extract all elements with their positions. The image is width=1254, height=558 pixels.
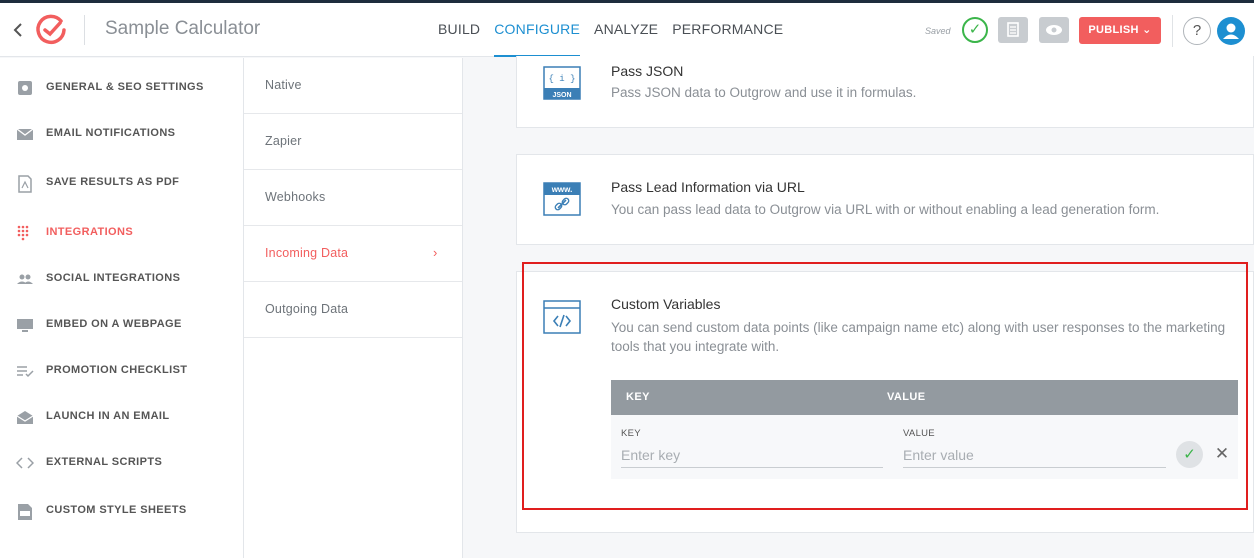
key-field-label: KEY (621, 428, 641, 439)
submenu-item-label: Native (265, 78, 302, 92)
card-description: You can pass lead data to Outgrow via UR… (611, 202, 1160, 217)
sidebar-item-custom-style-sheets[interactable]: CUSTOM STYLE SHEETS (0, 491, 244, 531)
grid-dots-icon (16, 225, 34, 241)
sidebar-item-integrations[interactable]: INTEGRATIONS (0, 213, 244, 253)
key-input[interactable] (621, 442, 883, 468)
value-column-header: VALUE (887, 391, 926, 403)
sidebar-item-embed-webpage[interactable]: EMBED ON A WEBPAGE (0, 305, 244, 345)
sidebar-item-label: EMBED ON A WEBPAGE (46, 318, 182, 330)
preview-eye-button[interactable] (1039, 17, 1069, 43)
sidebar-item-email-notifications[interactable]: EMAIL NOTIFICATIONS (0, 114, 244, 154)
outgrow-logo-icon[interactable] (34, 13, 68, 47)
envelope-icon (16, 126, 34, 142)
submenu-item-label: Outgoing Data (265, 302, 349, 316)
sidebar-item-label: INTEGRATIONS (46, 226, 134, 238)
close-icon[interactable]: ✕ (1214, 445, 1230, 463)
sidebar-item-label: SOCIAL INTEGRATIONS (46, 272, 181, 284)
value-input[interactable] (903, 442, 1166, 468)
submenu-item-zapier[interactable]: Zapier (244, 114, 462, 170)
header-divider-right (1172, 15, 1173, 47)
sidebar-item-label: CUSTOM STYLE SHEETS (46, 504, 187, 516)
checklist-icon (16, 363, 34, 379)
sidebar-item-label: SAVE RESULTS AS PDF (46, 176, 180, 188)
integrations-submenu: Native Zapier Webhooks Incoming Data › Ou… (244, 58, 463, 558)
submenu-item-outgoing-data[interactable]: Outgoing Data (244, 282, 462, 338)
confirm-check-button[interactable]: ✓ (1176, 441, 1203, 468)
css-file-icon (16, 503, 34, 520)
code-icon (15, 455, 35, 471)
publish-label: PUBLISH (1088, 24, 1139, 36)
card-title: Pass Lead Information via URL (611, 179, 805, 195)
key-column-header: KEY (626, 391, 650, 403)
nav-configure[interactable]: CONFIGURE (494, 21, 581, 57)
card-pass-lead-url[interactable]: www. Pass Lead Information via URL You c… (516, 154, 1254, 245)
saved-check-icon: ✓ (962, 17, 988, 43)
sidebar: GENERAL & SEO SETTINGS EMAIL NOTIFICATIO… (0, 58, 244, 558)
open-envelope-icon (16, 409, 34, 425)
app-title: Sample Calculator (105, 18, 261, 39)
sidebar-item-label: EMAIL NOTIFICATIONS (46, 127, 176, 139)
sidebar-item-label: PROMOTION CHECKLIST (46, 364, 188, 376)
pages-button[interactable] (998, 17, 1028, 43)
sidebar-item-promotion-checklist[interactable]: PROMOTION CHECKLIST (0, 351, 244, 391)
gear-icon (16, 80, 34, 96)
header-divider (84, 15, 85, 45)
submenu-item-label: Webhooks (265, 190, 326, 204)
sidebar-item-label: GENERAL & SEO SETTINGS (46, 81, 204, 93)
sidebar-item-label: LAUNCH IN AN EMAIL (46, 410, 170, 422)
submenu-item-native[interactable]: Native (244, 58, 462, 114)
nav-build[interactable]: BUILD (438, 21, 480, 57)
saved-status: Saved (925, 26, 951, 36)
kv-input-row: KEY VALUE (611, 415, 1238, 479)
json-icon: { i } JSON (543, 66, 581, 100)
sidebar-item-general-seo[interactable]: GENERAL & SEO SETTINGS (0, 68, 244, 108)
header: Sample Calculator BUILD CONFIGURE ANALYZ… (0, 3, 1254, 57)
people-icon (16, 271, 34, 287)
card-pass-json[interactable]: { i } JSON Pass JSON Pass JSON data to Ou… (516, 56, 1254, 128)
submenu-item-webhooks[interactable]: Webhooks (244, 170, 462, 226)
www-icon-label: www. (551, 185, 573, 194)
avatar[interactable] (1217, 17, 1245, 45)
sidebar-item-launch-email[interactable]: LAUNCH IN AN EMAIL (0, 397, 244, 437)
kv-table-header: KEY VALUE (611, 380, 1238, 415)
main-nav: BUILD CONFIGURE ANALYZE PERFORMANCE (438, 21, 783, 57)
nav-performance[interactable]: PERFORMANCE (672, 21, 783, 57)
submenu-item-incoming-data[interactable]: Incoming Data › (244, 226, 462, 282)
www-link-icon: www. (543, 182, 581, 216)
submenu-item-label: Incoming Data (265, 246, 349, 260)
monitor-icon (16, 317, 34, 333)
sidebar-item-social-integrations[interactable]: SOCIAL INTEGRATIONS (0, 259, 244, 299)
sidebar-item-label: EXTERNAL SCRIPTS (46, 456, 163, 468)
card-description: Pass JSON data to Outgrow and use it in … (611, 85, 917, 100)
publish-button[interactable]: PUBLISH ⌄ (1079, 17, 1161, 44)
chevron-down-icon: ⌄ (1142, 24, 1152, 36)
value-field-label: VALUE (903, 428, 935, 439)
pdf-icon (16, 175, 34, 193)
help-button[interactable]: ? (1183, 17, 1211, 45)
sidebar-item-external-scripts[interactable]: EXTERNAL SCRIPTS (0, 443, 244, 483)
submenu-item-label: Zapier (265, 134, 302, 148)
sidebar-item-save-pdf[interactable]: SAVE RESULTS AS PDF (0, 163, 244, 203)
back-chevron-icon[interactable] (12, 20, 26, 40)
card-title: Pass JSON (611, 63, 684, 79)
json-icon-label: JSON (552, 92, 571, 99)
chevron-right-icon: › (433, 245, 438, 260)
nav-analyze[interactable]: ANALYZE (594, 21, 658, 57)
json-icon-brace: { i } (548, 74, 575, 84)
